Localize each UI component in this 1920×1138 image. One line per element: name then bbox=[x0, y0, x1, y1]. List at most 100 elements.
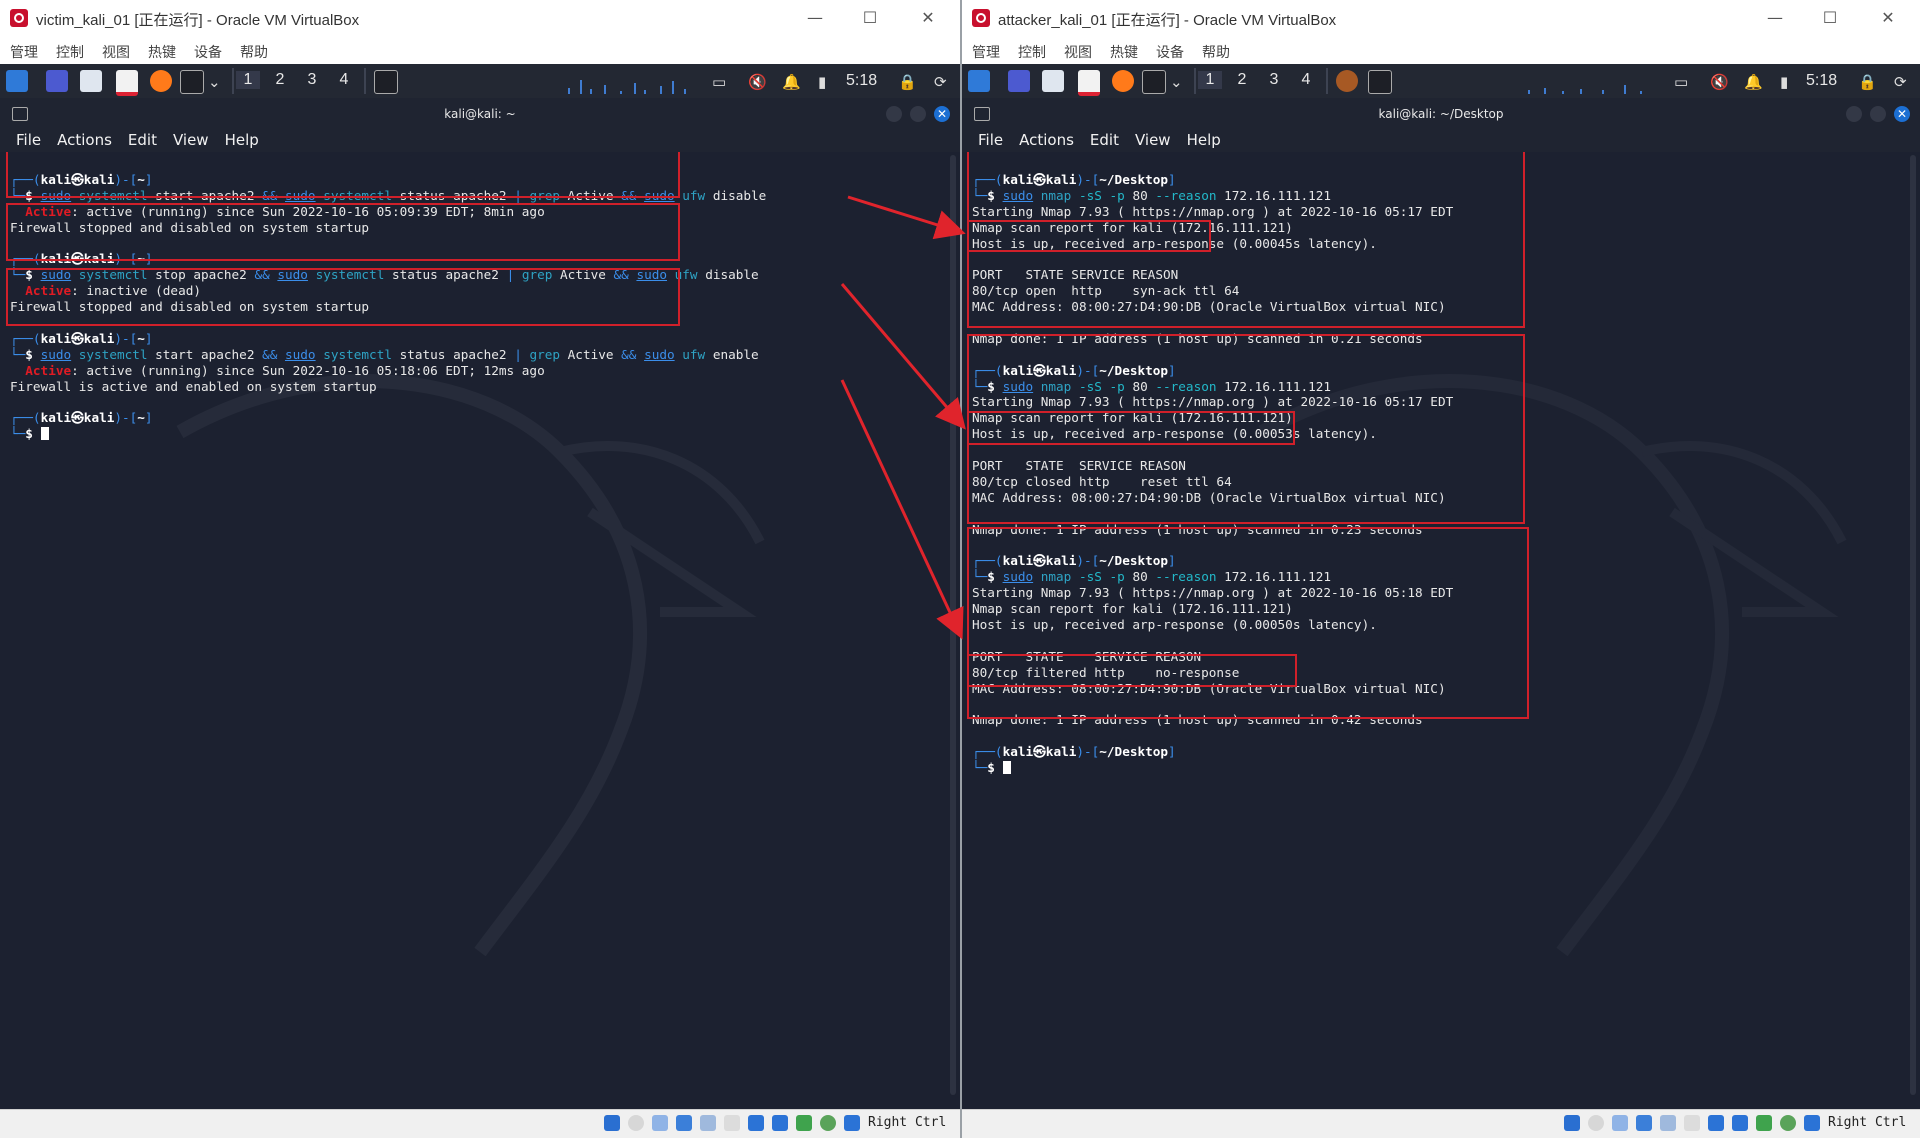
workspace-1[interactable]: 1 bbox=[236, 71, 260, 89]
keyboard-capture-icon[interactable] bbox=[1804, 1115, 1820, 1131]
terminal-title-bar[interactable]: kali@kali: ~ ✕ bbox=[0, 98, 960, 130]
display-icon[interactable]: ▭ bbox=[1674, 73, 1688, 91]
host-title-bar[interactable]: victim_kali_01 [正在运行] - Oracle VM Virtua… bbox=[0, 0, 960, 37]
text-editor-icon[interactable] bbox=[116, 70, 138, 96]
workspace-4[interactable]: 4 bbox=[332, 71, 356, 89]
mouse-integration-icon[interactable] bbox=[1780, 1115, 1796, 1131]
maximize-button[interactable]: ☐ bbox=[850, 6, 890, 30]
terminal-close-button[interactable]: ✕ bbox=[934, 106, 950, 122]
workspace-3[interactable]: 3 bbox=[300, 71, 324, 89]
terminal-maximize-button[interactable] bbox=[1870, 106, 1886, 122]
minimize-button[interactable]: — bbox=[795, 6, 835, 30]
display-settings-icon[interactable] bbox=[748, 1115, 764, 1131]
workspace-2[interactable]: 2 bbox=[268, 71, 292, 89]
text-editor-icon[interactable] bbox=[1078, 70, 1100, 96]
terminal-task-icon[interactable] bbox=[374, 70, 398, 94]
terminal-menu-help[interactable]: Help bbox=[1187, 131, 1221, 149]
network-icon[interactable] bbox=[676, 1115, 692, 1131]
terminal-menu-file[interactable]: File bbox=[978, 131, 1003, 149]
menu-manage[interactable]: 管理 bbox=[10, 42, 38, 62]
mouse-integration-icon[interactable] bbox=[820, 1115, 836, 1131]
desktop-icon[interactable] bbox=[1008, 70, 1030, 92]
terminal-minimize-button[interactable] bbox=[1846, 106, 1862, 122]
usb-icon[interactable] bbox=[1660, 1115, 1676, 1131]
terminal-menu-view[interactable]: View bbox=[1135, 131, 1171, 149]
terminal-menu-edit[interactable]: Edit bbox=[128, 131, 157, 149]
optical-drive-icon[interactable] bbox=[628, 1115, 644, 1131]
battery-icon[interactable]: ▮ bbox=[818, 73, 826, 91]
terminal-minimize-button[interactable] bbox=[886, 106, 902, 122]
menu-control[interactable]: 控制 bbox=[1018, 42, 1046, 62]
panel-clock[interactable]: 5:18 bbox=[1806, 72, 1837, 90]
menu-help[interactable]: 帮助 bbox=[1202, 42, 1230, 62]
shared-folder-icon[interactable] bbox=[724, 1115, 740, 1131]
terminal-menu-edit[interactable]: Edit bbox=[1090, 131, 1119, 149]
terminal-menu-actions[interactable]: Actions bbox=[1019, 131, 1074, 149]
shared-folder-icon[interactable] bbox=[1684, 1115, 1700, 1131]
terminal-output-area[interactable]: ┌──(kali㉿kali)-[~/Desktop] └─$ sudo nmap … bbox=[962, 152, 1920, 1110]
audio-icon[interactable] bbox=[652, 1115, 668, 1131]
firefox-icon[interactable] bbox=[150, 70, 172, 92]
menu-view[interactable]: 视图 bbox=[102, 42, 130, 62]
hdd-icon[interactable] bbox=[604, 1115, 620, 1131]
terminal-output-area[interactable]: ┌──(kali㉿kali)-[~] └─$ sudo systemctl sta… bbox=[0, 152, 960, 1110]
workspace-2[interactable]: 2 bbox=[1230, 71, 1254, 89]
logout-icon[interactable]: ⟳ bbox=[1894, 73, 1907, 91]
menu-help[interactable]: 帮助 bbox=[240, 42, 268, 62]
terminal-launcher-icon[interactable] bbox=[180, 70, 204, 94]
firefox-task-icon[interactable] bbox=[1336, 70, 1358, 92]
menu-devices[interactable]: 设备 bbox=[194, 42, 222, 62]
keyboard-capture-icon[interactable] bbox=[844, 1115, 860, 1131]
menu-hotkey[interactable]: 热键 bbox=[1110, 42, 1138, 62]
terminal-task-icon[interactable] bbox=[1368, 70, 1392, 94]
display-icon[interactable]: ▭ bbox=[712, 73, 726, 91]
menu-manage[interactable]: 管理 bbox=[972, 42, 1000, 62]
menu-control[interactable]: 控制 bbox=[56, 42, 84, 62]
desktop-icon[interactable] bbox=[46, 70, 68, 92]
cpu-status-icon[interactable] bbox=[1756, 1115, 1772, 1131]
workspace-3[interactable]: 3 bbox=[1262, 71, 1286, 89]
display-settings-icon[interactable] bbox=[1708, 1115, 1724, 1131]
logout-icon[interactable]: ⟳ bbox=[934, 73, 947, 91]
kali-menu-icon[interactable] bbox=[968, 70, 990, 92]
mute-icon[interactable]: 🔇 bbox=[1710, 73, 1729, 91]
terminal-title-bar[interactable]: kali@kali: ~/Desktop ✕ bbox=[962, 98, 1920, 130]
terminal-menu-view[interactable]: View bbox=[173, 131, 209, 149]
workspace-4[interactable]: 4 bbox=[1294, 71, 1318, 89]
terminal-menu-file[interactable]: File bbox=[16, 131, 41, 149]
recording-icon[interactable] bbox=[772, 1115, 788, 1131]
recording-icon[interactable] bbox=[1732, 1115, 1748, 1131]
audio-icon[interactable] bbox=[1612, 1115, 1628, 1131]
host-title-bar[interactable]: attacker_kali_01 [正在运行] - Oracle VM Virt… bbox=[962, 0, 1920, 37]
kali-menu-icon[interactable] bbox=[6, 70, 28, 92]
minimize-button[interactable]: — bbox=[1755, 6, 1795, 30]
lock-icon[interactable]: 🔒 bbox=[1858, 73, 1877, 91]
optical-drive-icon[interactable] bbox=[1588, 1115, 1604, 1131]
mute-icon[interactable]: 🔇 bbox=[748, 73, 767, 91]
close-button[interactable]: ✕ bbox=[908, 6, 948, 30]
terminal-scrollbar[interactable] bbox=[1910, 155, 1916, 1095]
hdd-icon[interactable] bbox=[1564, 1115, 1580, 1131]
menu-hotkey[interactable]: 热键 bbox=[148, 42, 176, 62]
network-icon[interactable] bbox=[1636, 1115, 1652, 1131]
terminal-maximize-button[interactable] bbox=[910, 106, 926, 122]
workspace-1[interactable]: 1 bbox=[1198, 71, 1222, 89]
cpu-status-icon[interactable] bbox=[796, 1115, 812, 1131]
terminal-scrollbar[interactable] bbox=[950, 155, 956, 1095]
lock-icon[interactable]: 🔒 bbox=[898, 73, 917, 91]
terminal-close-button[interactable]: ✕ bbox=[1894, 106, 1910, 122]
panel-clock[interactable]: 5:18 bbox=[846, 72, 877, 90]
battery-icon[interactable]: ▮ bbox=[1780, 73, 1788, 91]
notification-bell-icon[interactable]: 🔔 bbox=[782, 73, 801, 91]
terminal-menu-help[interactable]: Help bbox=[225, 131, 259, 149]
file-manager-icon[interactable] bbox=[1042, 70, 1064, 92]
menu-devices[interactable]: 设备 bbox=[1156, 42, 1184, 62]
file-manager-icon[interactable] bbox=[80, 70, 102, 92]
notification-bell-icon[interactable]: 🔔 bbox=[1744, 73, 1763, 91]
chevron-down-icon[interactable]: ⌄ bbox=[1170, 73, 1183, 91]
close-button[interactable]: ✕ bbox=[1868, 6, 1908, 30]
chevron-down-icon[interactable]: ⌄ bbox=[208, 73, 221, 91]
menu-view[interactable]: 视图 bbox=[1064, 42, 1092, 62]
terminal-launcher-icon[interactable] bbox=[1142, 70, 1166, 94]
maximize-button[interactable]: ☐ bbox=[1810, 6, 1850, 30]
